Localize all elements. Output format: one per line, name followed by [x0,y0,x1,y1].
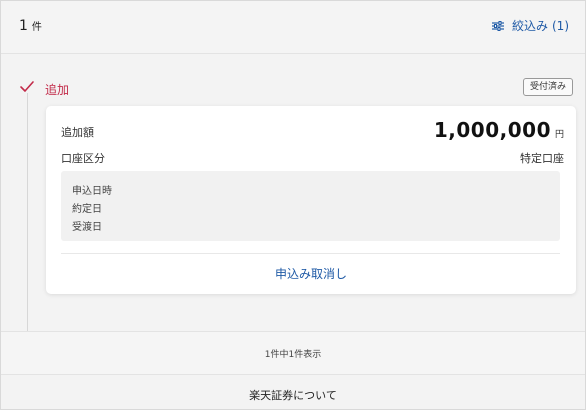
status-label: 追加 [45,83,70,97]
filter-count: (1) [552,18,569,33]
settlement-date-label: 受渡日 [72,222,102,233]
card-divider [61,253,560,254]
cancel-order-link[interactable]: 申込み取消し [46,265,576,282]
application-datetime-label: 申込日時 [72,186,112,197]
account-label: 口座区分 [61,152,105,165]
order-card: 追加額 1,000,000 円 口座区分 特定口座 申込日時 約定日 受渡日 申… [46,106,576,294]
check-icon [20,81,34,92]
account-row: 口座区分 特定口座 [61,150,564,166]
result-count-unit: 件 [31,22,42,33]
about-company-link[interactable]: 楽天証券について [1,387,585,403]
order-history-panel: 1件 絞込み (1) 追加 受付済み 追加額 1,000,000 円 口座区分 … [0,0,586,410]
result-count: 1件 [19,18,42,36]
amount-label: 追加額 [61,126,94,139]
result-count-number: 1 [19,18,28,34]
timeline-line [27,93,28,331]
amount-unit: 円 [554,130,564,140]
status-badge: 受付済み [522,78,573,96]
account-value: 特定口座 [520,152,564,165]
list-header: 1件 絞込み (1) [1,1,585,54]
filter-label: 絞込み [511,19,548,33]
filter-button[interactable]: 絞込み (1) [491,17,569,34]
sliders-icon [491,20,504,31]
amount-row: 追加額 1,000,000 円 [61,118,564,144]
dates-box: 申込日時 約定日 受渡日 [61,171,560,241]
result-summary: 1件中1件表示 [1,331,585,375]
amount-value: 1,000,000 [433,118,551,142]
result-summary-text: 1件中1件表示 [264,350,322,360]
amount-value-group: 1,000,000 円 [434,118,564,142]
trade-date-label: 約定日 [72,204,102,215]
